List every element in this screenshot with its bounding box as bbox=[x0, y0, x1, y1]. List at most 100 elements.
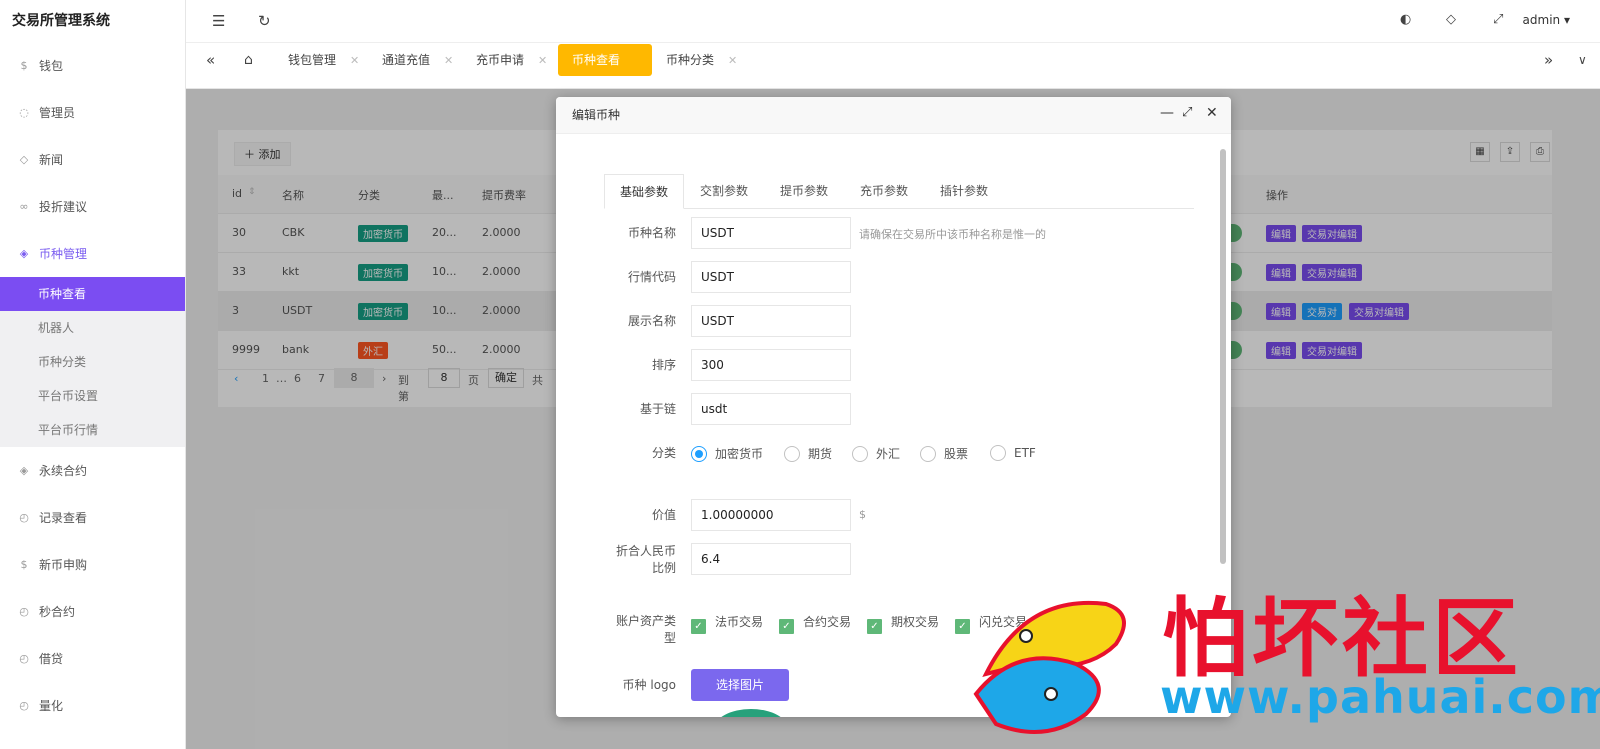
price-input[interactable]: 1.00000000 bbox=[691, 499, 851, 531]
sort-input[interactable]: 300 bbox=[691, 349, 851, 381]
refresh-icon[interactable]: ↻ bbox=[258, 12, 271, 30]
sidebar-item[interactable]: ◈ 永续合约 bbox=[0, 447, 185, 494]
sidebar-subitem[interactable]: 币种查看 bbox=[0, 277, 185, 311]
tag-icon[interactable]: ◇ bbox=[1446, 12, 1456, 27]
display-name-input[interactable]: USDT bbox=[691, 305, 851, 337]
close-icon[interactable]: ✕ bbox=[1206, 105, 1218, 121]
sidebar-item-label: 币种管理 bbox=[39, 247, 88, 261]
fullscreen-icon[interactable]: ⤢ bbox=[1493, 12, 1503, 27]
dialog-scrollbar[interactable] bbox=[1220, 149, 1226, 564]
account-types-label-line1: 账户资产类 bbox=[615, 614, 676, 628]
theme-icon[interactable]: ◐ bbox=[1400, 12, 1411, 27]
sidebar-item[interactable]: ◴ 借贷 bbox=[0, 635, 185, 682]
sidebar-item[interactable]: ◴ 秒合约 bbox=[0, 588, 185, 635]
tab-deposit-params[interactable]: 充币参数 bbox=[844, 174, 924, 209]
close-icon[interactable]: ✕ bbox=[350, 54, 359, 67]
radio-forex[interactable]: 外汇 bbox=[852, 445, 900, 462]
sidebar-item[interactable]: $ 钱包 bbox=[0, 42, 185, 89]
quote-code-label: 行情代码 bbox=[627, 270, 676, 284]
menu-icon: ◴ bbox=[19, 652, 29, 665]
sidebar-item-label: 量化 bbox=[39, 699, 64, 713]
menu-icon: ◴ bbox=[19, 511, 29, 524]
tab-basic-params[interactable]: 基础参数 bbox=[604, 174, 684, 209]
sidebar-subitem[interactable]: 币种分类 bbox=[0, 345, 185, 379]
tab-withdraw-params[interactable]: 提币参数 bbox=[764, 174, 844, 209]
close-icon[interactable]: ✕ bbox=[444, 54, 453, 67]
sidebar-item-label: 秒合约 bbox=[39, 605, 76, 619]
chain-label: 基于链 bbox=[639, 402, 676, 416]
checkbox-options[interactable]: ✓ 期权交易 bbox=[867, 613, 939, 634]
sidebar-subitem[interactable]: 平台币设置 bbox=[0, 379, 185, 413]
sort-label: 排序 bbox=[651, 358, 676, 372]
cny-ratio-input[interactable]: 6.4 bbox=[691, 543, 851, 575]
sidebar-item-label: 新闻 bbox=[39, 153, 64, 167]
radio-circle bbox=[691, 446, 707, 462]
sidebar-subitem[interactable]: 机器人 bbox=[0, 311, 185, 345]
tab-channel-recharge[interactable]: 通道充值 ✕ bbox=[382, 44, 453, 76]
check-icon: ✓ bbox=[691, 619, 706, 634]
tab-deposit-request[interactable]: 充币申请 ✕ bbox=[476, 44, 547, 76]
category-label: 分类 bbox=[651, 446, 676, 460]
sidebar-item-label: 永续合约 bbox=[39, 464, 88, 478]
sidebar-item[interactable]: ◌ 管理员 bbox=[0, 89, 185, 136]
tab-spike-params[interactable]: 插针参数 bbox=[924, 174, 1004, 209]
tab-label: 充币申请 bbox=[476, 53, 525, 67]
sidebar-item[interactable]: ◈ 币种管理 bbox=[0, 230, 185, 277]
sidebar-item[interactable]: $ 新币申购 bbox=[0, 541, 185, 588]
radio-circle bbox=[990, 445, 1006, 461]
coin-name-input[interactable]: USDT bbox=[691, 217, 851, 249]
radio-circle bbox=[784, 446, 800, 462]
tab-label: 钱包管理 bbox=[288, 53, 337, 67]
tab-wallet[interactable]: 钱包管理 ✕ bbox=[288, 44, 359, 76]
radio-futures[interactable]: 期货 bbox=[784, 445, 832, 462]
account-types-label: 账户资产类型 bbox=[556, 613, 676, 647]
menu-icon: ◈ bbox=[19, 464, 29, 477]
sidebar-item-label: 记录查看 bbox=[39, 511, 88, 525]
display-name-label: 展示名称 bbox=[627, 314, 676, 328]
tab-delivery-params[interactable]: 交割参数 bbox=[684, 174, 764, 209]
home-icon[interactable]: ⌂ bbox=[244, 44, 253, 76]
menu-icon: ◈ bbox=[19, 247, 29, 260]
cny-ratio-label-line1: 折合人民币 bbox=[615, 544, 676, 558]
maximize-icon[interactable]: ⤢ bbox=[1182, 105, 1192, 120]
tab-coin-category[interactable]: 币种分类 ✕ bbox=[666, 44, 737, 76]
dialog-tabs: 基础参数 交割参数 提币参数 充币参数 插针参数 bbox=[604, 174, 1194, 209]
sidebar-item[interactable]: ∞ 投折建议 bbox=[0, 183, 185, 230]
radio-circle bbox=[920, 446, 936, 462]
radio-stock[interactable]: 股票 bbox=[920, 445, 968, 462]
checkbox-contract[interactable]: ✓ 合约交易 bbox=[779, 613, 851, 634]
close-icon[interactable]: ✕ bbox=[728, 54, 737, 67]
sidebar-item[interactable]: ◇ 新闻 bbox=[0, 136, 185, 183]
coin-name-hint: 请确保在交易所中该币种名称是惟一的 bbox=[859, 228, 1046, 241]
sidebar-subitem[interactable]: 平台币行情 bbox=[0, 413, 185, 447]
checkbox-fiat[interactable]: ✓ 法币交易 bbox=[691, 613, 763, 634]
quote-code-input[interactable]: USDT bbox=[691, 261, 851, 293]
sidebar-item-label: 管理员 bbox=[39, 106, 76, 120]
menu-icon: ∞ bbox=[19, 200, 29, 213]
sidebar: 交易所管理系统 $ 钱包 ◌ 管理员 ◇ 新闻 ∞ 投折建议 ◈ 币种管理 币种查看 机器人 币种分类… bbox=[0, 0, 186, 749]
sidebar-item[interactable]: ◴ 量化 bbox=[0, 682, 185, 729]
chain-input[interactable]: usdt bbox=[691, 393, 851, 425]
user-menu[interactable]: admin ▾ bbox=[1523, 13, 1570, 27]
radio-etf[interactable]: ETF bbox=[990, 445, 1036, 461]
menu-icon: ◇ bbox=[19, 153, 29, 166]
minimize-icon[interactable]: — bbox=[1160, 105, 1174, 121]
menu-icon: $ bbox=[20, 558, 28, 571]
close-icon[interactable]: ✕ bbox=[538, 54, 547, 67]
sidebar-item[interactable]: ◴ 记录查看 bbox=[0, 494, 185, 541]
cny-ratio-label-line2: 比例 bbox=[651, 561, 676, 575]
chevron-down-icon[interactable]: ∨ bbox=[1578, 44, 1587, 76]
check-icon: ✓ bbox=[867, 619, 882, 634]
tab-coin-view[interactable]: 币种查看 bbox=[558, 44, 652, 76]
tabs-scroll-right-icon[interactable]: » bbox=[1544, 44, 1553, 76]
tab-label: 币种查看 bbox=[572, 53, 621, 67]
checkbox-label: 期权交易 bbox=[891, 615, 940, 629]
radio-circle bbox=[852, 446, 868, 462]
menu-icon: ◌ bbox=[19, 106, 29, 119]
radio-crypto[interactable]: 加密货币 bbox=[691, 445, 763, 462]
choose-image-button[interactable]: 选择图片 bbox=[691, 669, 789, 701]
menu-collapse-icon[interactable]: ☰ bbox=[212, 12, 225, 30]
tabs-scroll-left-icon[interactable]: « bbox=[206, 44, 215, 76]
price-label: 价值 bbox=[651, 508, 676, 522]
cny-ratio-label: 折合人民币比例 bbox=[556, 543, 676, 577]
